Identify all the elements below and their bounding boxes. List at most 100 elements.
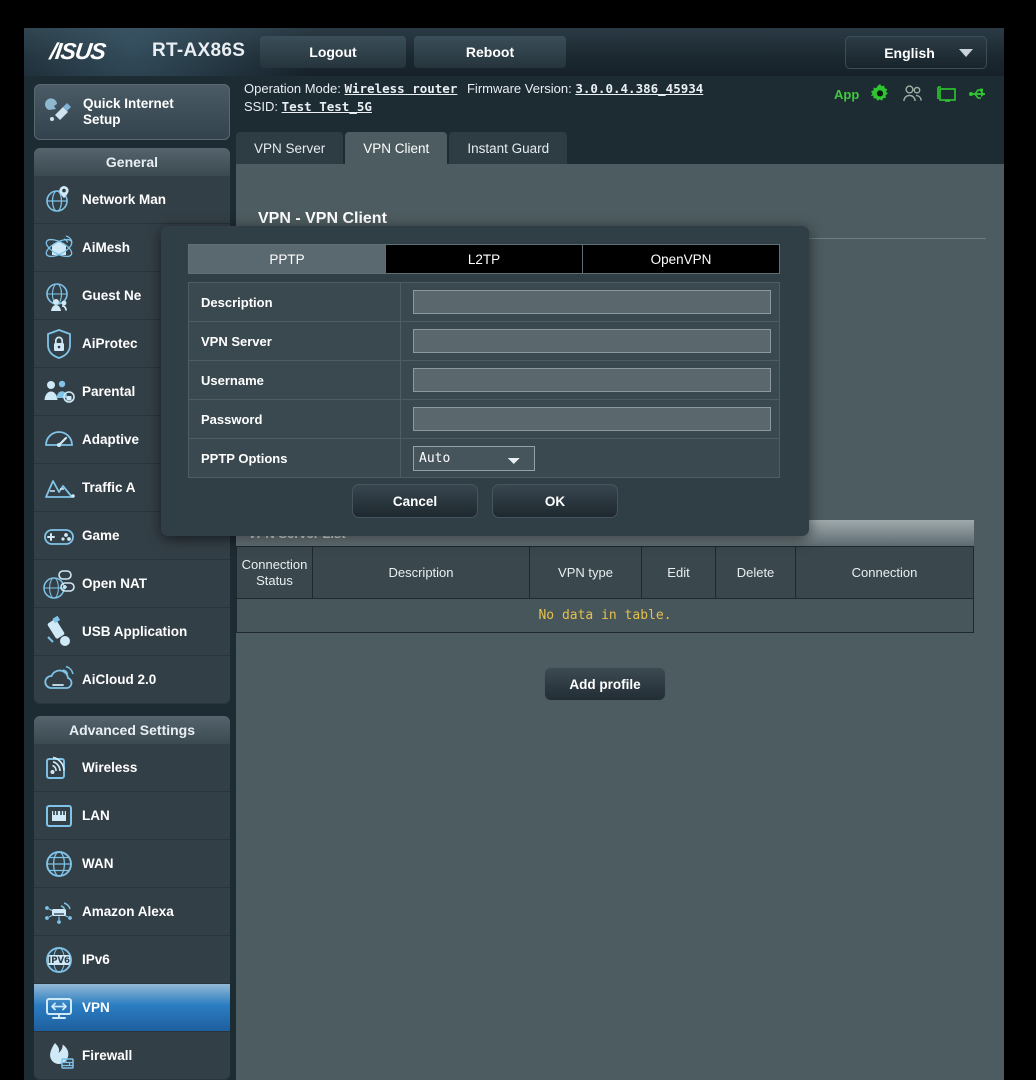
vpn-icon [42, 991, 76, 1025]
firmware-value[interactable]: 3.0.0.4.386_45934 [575, 81, 703, 96]
sidebar-item-wireless[interactable]: Wireless [34, 744, 230, 792]
advanced-group-title: Advanced Settings [34, 716, 230, 744]
wan-globe-icon [42, 847, 76, 881]
monitor-icon[interactable] [934, 82, 958, 106]
sidebar-item-ipv6[interactable]: IPV6IPv6 [34, 936, 230, 984]
open-nat-icon [42, 567, 76, 601]
sidebar-item-network-man[interactable]: Network Man [34, 176, 230, 224]
top-bar: /ISUS RT-AX86S Logout Reboot English [24, 28, 1004, 76]
protocol-tab-pptp[interactable]: PPTP [189, 245, 386, 273]
logout-button[interactable]: Logout [260, 36, 406, 68]
svg-text:IPV6: IPV6 [48, 956, 70, 966]
pptp-options-select[interactable]: AutoMPPE 128No encryption [413, 446, 535, 471]
field-cell-username [401, 361, 780, 400]
sidebar-item-usb-application[interactable]: USB Application [34, 608, 230, 656]
sidebar-item-label: Open NAT [82, 576, 147, 591]
general-group-title: General [34, 148, 230, 176]
sidebar-item-label: Network Man [82, 192, 166, 207]
sidebar-item-wan[interactable]: WAN [34, 840, 230, 888]
sidebar-item-lan[interactable]: LAN [34, 792, 230, 840]
app-label[interactable]: App [834, 87, 859, 102]
amazon-alexa-icon [42, 895, 76, 929]
adaptive-qos-icon [42, 423, 76, 457]
form-row: Username [189, 361, 780, 400]
ok-button[interactable]: OK [492, 484, 618, 518]
reboot-button[interactable]: Reboot [414, 36, 566, 68]
users-icon[interactable] [901, 82, 925, 106]
aiprotection-shield-icon [42, 327, 76, 361]
aicloud-icon [42, 663, 76, 697]
table-header-cell: Description [313, 547, 530, 599]
field-label-vpn-server: VPN Server [189, 322, 401, 361]
usb-icon[interactable] [967, 82, 991, 106]
router-model-label: RT-AX86S [152, 40, 245, 62]
sidebar-item-label: Parental [82, 384, 135, 399]
form-row: Description [189, 283, 780, 322]
empty-table-message: No data in table. [237, 599, 974, 633]
vpn-server-input[interactable] [413, 329, 771, 353]
sidebar-item-label: VPN [82, 1000, 110, 1015]
protocol-tab-l2tp[interactable]: L2TP [386, 245, 583, 273]
asus-logo: /ISUS [48, 38, 107, 65]
sidebar-item-amazon-alexa[interactable]: Amazon Alexa [34, 888, 230, 936]
tab-vpn-client[interactable]: VPN Client [345, 132, 447, 164]
sidebar-item-label: AiMesh [82, 240, 130, 255]
tab-vpn-server[interactable]: VPN Server [236, 132, 343, 164]
sidebar-item-label: AiCloud 2.0 [82, 672, 156, 687]
add-profile-button[interactable]: Add profile [544, 667, 666, 701]
protocol-tab-openvpn[interactable]: OpenVPN [583, 245, 779, 273]
firewall-flame-icon [42, 1039, 76, 1073]
language-selector[interactable]: English [845, 36, 987, 69]
sidebar-item-firewall[interactable]: Firewall [34, 1032, 230, 1080]
cancel-button[interactable]: Cancel [352, 484, 478, 518]
gear-icon[interactable] [868, 82, 892, 106]
quick-internet-setup-button[interactable]: Quick Internet Setup [34, 84, 230, 140]
router-admin-frame: /ISUS RT-AX86S Logout Reboot English Ope… [24, 28, 1004, 1080]
sidebar-item-vpn[interactable]: VPN [34, 984, 230, 1032]
operation-mode-value[interactable]: Wireless router [344, 81, 457, 96]
sidebar-item-label: Wireless [82, 760, 137, 775]
field-label-username: Username [189, 361, 401, 400]
usb-application-icon [42, 615, 76, 649]
sidebar-item-label: Amazon Alexa [82, 904, 174, 919]
dialog-button-row: Cancel OK [161, 484, 809, 518]
language-label: English [846, 45, 959, 61]
field-cell-description [401, 283, 780, 322]
sidebar-item-label: LAN [82, 808, 110, 823]
form-row: VPN Server [189, 322, 780, 361]
advanced-nav-list: Wireless LAN WAN Amazon Alexa IPV6IPv6 VPN Fir… [34, 744, 230, 1080]
parental-controls-icon [42, 375, 76, 409]
field-label-description: Description [189, 283, 401, 322]
field-cell-vpn-server [401, 322, 780, 361]
quick-setup-icon [43, 95, 77, 129]
ipv6-icon: IPV6 [42, 943, 76, 977]
network-map-icon [42, 183, 76, 217]
aimesh-icon [42, 231, 76, 265]
sidebar-item-label: Game [82, 528, 120, 543]
guest-network-icon [42, 279, 76, 313]
table-row: No data in table. [237, 599, 974, 633]
sidebar-item-label: Guest Ne [82, 288, 141, 303]
description-input[interactable] [413, 290, 771, 314]
tab-instant-guard[interactable]: Instant Guard [449, 132, 567, 164]
operation-mode-label: Operation Mode: [244, 81, 341, 96]
traffic-analyzer-icon [42, 471, 76, 505]
sidebar-item-label: Traffic A [82, 480, 136, 495]
password-input[interactable] [413, 407, 771, 431]
sidebar-item-open-nat[interactable]: Open NAT [34, 560, 230, 608]
firmware-label: Firmware Version: [467, 81, 572, 96]
sidebar-item-label: AiProtec [82, 336, 138, 351]
sidebar-item-aicloud-2-0[interactable]: AiCloud 2.0 [34, 656, 230, 704]
sidebar-item-label: WAN [82, 856, 114, 871]
table-header-cell: Delete [716, 547, 796, 599]
vpn-client-table: Connection StatusDescriptionVPN typeEdit… [236, 546, 974, 633]
gamepad-icon [42, 519, 76, 553]
username-input[interactable] [413, 368, 771, 392]
ssid-value[interactable]: Test Test_5G [282, 99, 372, 114]
sidebar-item-label: Adaptive [82, 432, 139, 447]
vpn-protocol-tab-bar: PPTPL2TPOpenVPN [188, 244, 780, 274]
wireless-icon [42, 751, 76, 785]
sidebar-item-label: USB Application [82, 624, 187, 639]
field-cell-pptp-options: AutoMPPE 128No encryption [401, 439, 780, 478]
table-header-cell: VPN type [530, 547, 642, 599]
